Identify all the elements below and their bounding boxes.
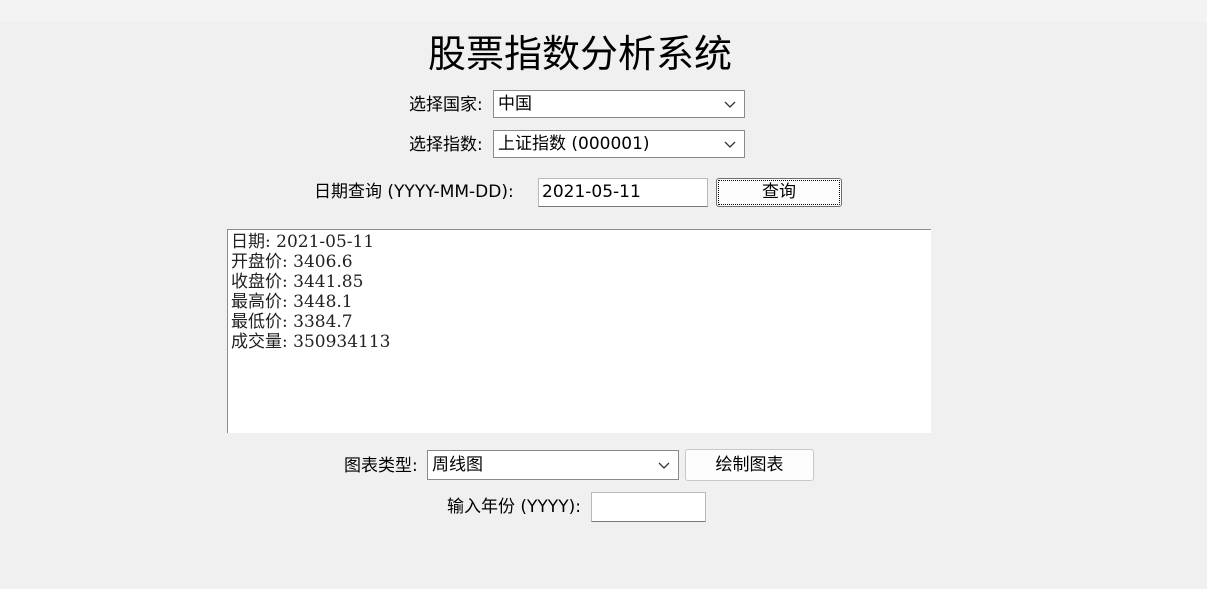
query-button[interactable]: 查询 [716, 178, 842, 207]
year-input[interactable] [591, 492, 706, 522]
result-textarea[interactable]: 日期: 2021-05-11 开盘价: 3406.6 收盘价: 3441.85 … [227, 229, 931, 433]
chart-type-select-value: 周线图 [432, 455, 483, 475]
result-line: 最高价: 3448.1 [231, 292, 353, 312]
index-label: 选择指数: [409, 135, 483, 155]
year-label: 输入年份 (YYYY): [447, 497, 581, 517]
result-line: 成交量: 350934113 [231, 332, 391, 352]
draw-chart-button[interactable]: 绘制图表 [685, 449, 814, 481]
date-input[interactable]: 2021-05-11 [538, 178, 708, 207]
result-line: 日期: 2021-05-11 [231, 232, 375, 252]
country-select[interactable]: 中国 [493, 90, 745, 118]
chart-type-label: 图表类型: [344, 456, 418, 476]
chevron-down-icon [724, 101, 736, 108]
result-line: 开盘价: 3406.6 [231, 252, 353, 272]
country-label: 选择国家: [409, 95, 483, 115]
window-top-strip [0, 0, 1207, 22]
index-select[interactable]: 上证指数 (000001) [493, 130, 745, 158]
app-title: 股票指数分析系统 [427, 32, 732, 76]
date-query-label: 日期查询 (YYYY-MM-DD): [314, 182, 514, 202]
chart-type-select[interactable]: 周线图 [427, 450, 679, 480]
result-line: 收盘价: 3441.85 [231, 272, 364, 292]
result-line: 最低价: 3384.7 [231, 312, 353, 332]
index-select-value: 上证指数 (000001) [498, 134, 650, 154]
chevron-down-icon [724, 141, 736, 148]
chevron-down-icon [658, 462, 670, 469]
country-select-value: 中国 [498, 94, 532, 114]
